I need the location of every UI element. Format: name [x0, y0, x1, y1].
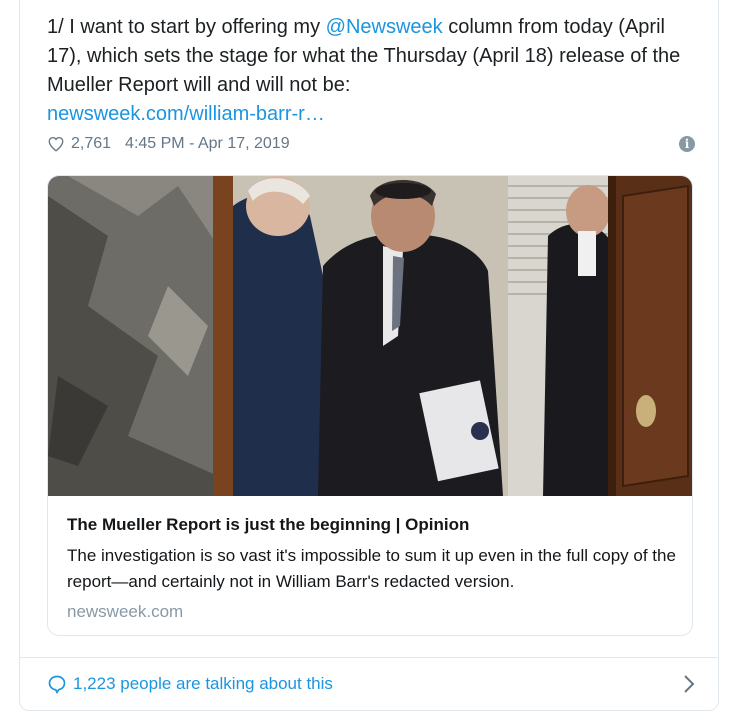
- chevron-right-icon[interactable]: [683, 674, 695, 694]
- speech-bubble-icon: [48, 675, 66, 694]
- tweet-timestamp[interactable]: 4:45 PM - Apr 17, 2019: [125, 135, 290, 153]
- link-card-title[interactable]: The Mueller Report is just the beginning…: [67, 513, 677, 537]
- tweet-text: 1/ I want to start by offering my @Newsw…: [47, 13, 687, 129]
- like-count[interactable]: 2,761: [71, 135, 111, 153]
- link-card-description: The investigation is so vast it's imposs…: [67, 546, 676, 591]
- footer-divider: [20, 657, 718, 658]
- article-url-link[interactable]: newsweek.com/william-barr-r…: [47, 103, 325, 125]
- conversation-link[interactable]: 1,223 people are talking about this: [47, 671, 695, 697]
- talking-count-text[interactable]: 1,223 people are talking about this: [73, 674, 333, 694]
- info-icon[interactable]: i: [679, 136, 695, 152]
- link-preview-card[interactable]: The Mueller Report is just the beginning…: [47, 175, 693, 636]
- tweet-meta-row: 2,761 4:45 PM - Apr 17, 2019 i: [47, 132, 695, 156]
- tweet-card: 1/ I want to start by offering my @Newsw…: [19, 0, 719, 711]
- link-card-domain: newsweek.com: [67, 602, 184, 621]
- tweet-text-start: 1/ I want to start by offering my: [47, 16, 326, 38]
- heart-icon[interactable]: [47, 135, 65, 153]
- link-card-body: The Mueller Report is just the beginning…: [67, 513, 677, 625]
- newsweek-mention-link[interactable]: @Newsweek: [326, 16, 443, 38]
- article-photo: [48, 176, 692, 496]
